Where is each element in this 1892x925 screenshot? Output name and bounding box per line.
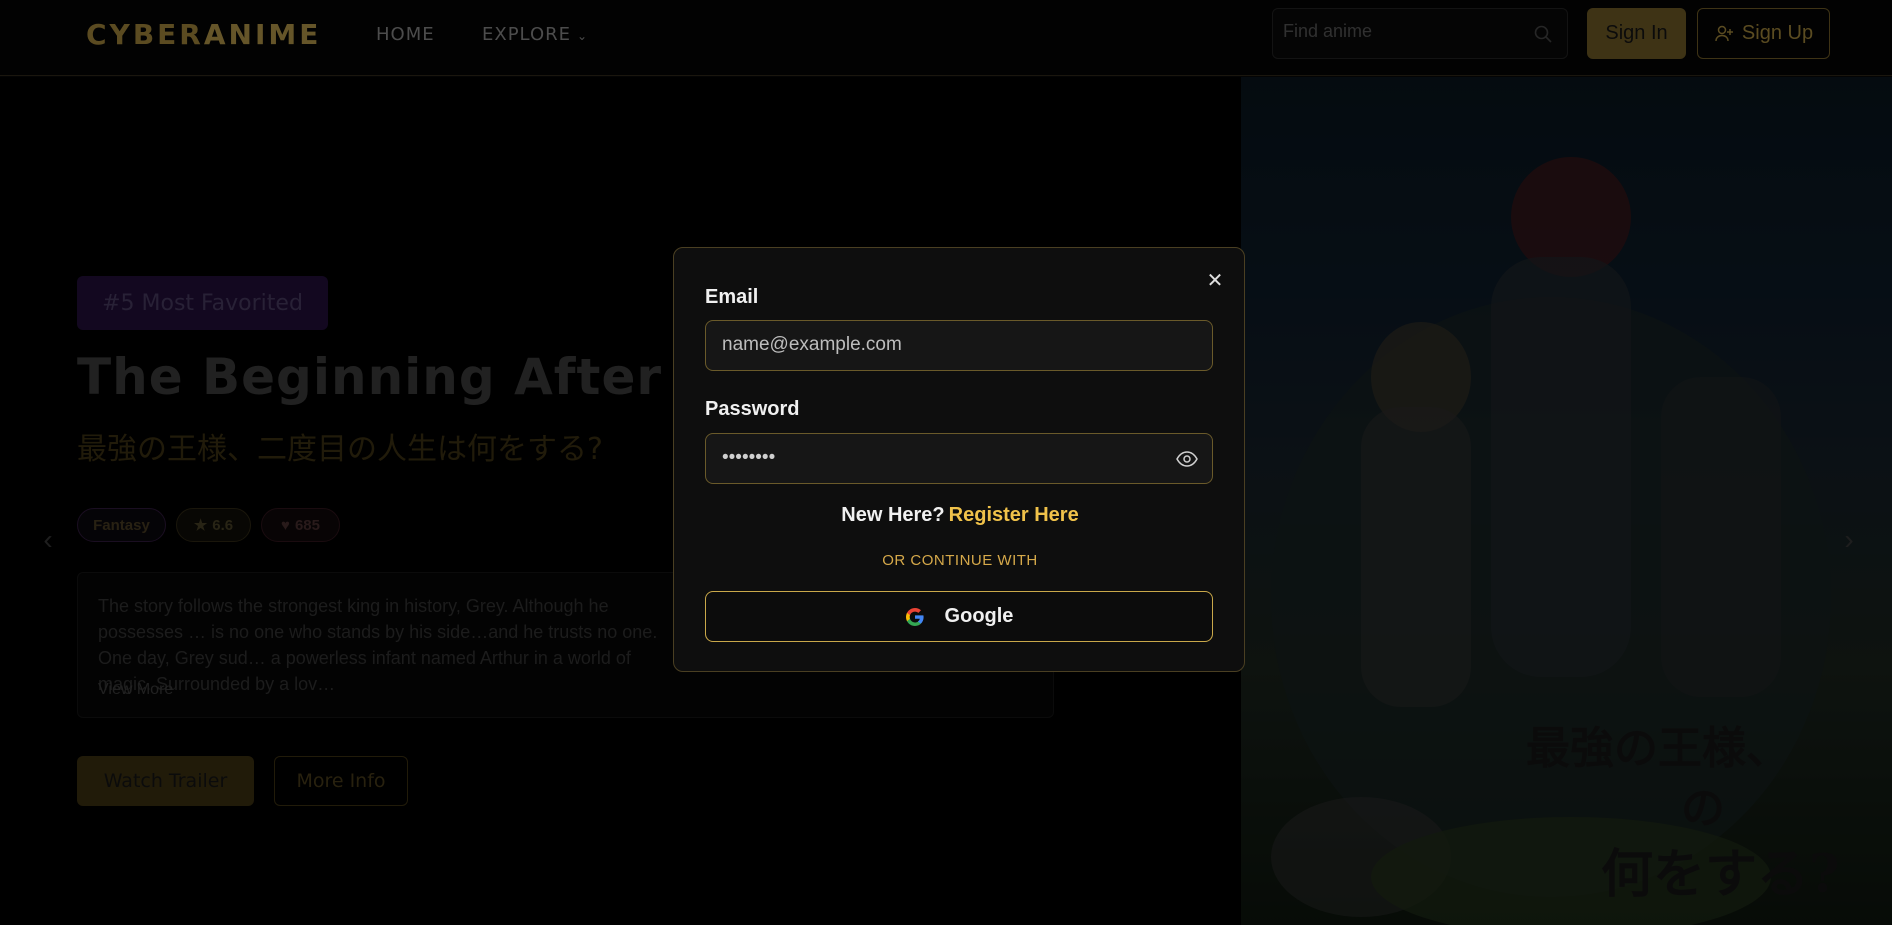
search-icon[interactable] — [1533, 24, 1553, 44]
password-label: Password — [705, 398, 800, 420]
eye-icon[interactable] — [1176, 449, 1198, 469]
top-navbar: CYBERANIME HOME EXPLORE ⌄ Sign In Sign Up — [0, 0, 1892, 76]
rating-chip: ★ 6.6 — [176, 508, 251, 542]
email-field[interactable] — [722, 334, 1162, 356]
continue-with-divider: OR CONTINUE WITH — [882, 552, 1038, 569]
poster-title-text-1: 最強の王様、 — [1526, 723, 1790, 774]
star-icon: ★ — [193, 517, 208, 534]
watch-trailer-button[interactable]: Watch Trailer — [77, 756, 254, 806]
chevron-down-icon: ⌄ — [577, 29, 589, 43]
password-field[interactable] — [722, 447, 1162, 469]
logo[interactable]: CYBERANIME — [86, 18, 321, 51]
email-field-wrapper — [705, 320, 1213, 371]
google-label: Google — [944, 605, 1014, 627]
anime-japanese-title: 最強の王様、二度目の人生は何をする? — [77, 432, 603, 467]
genre-chip[interactable]: Fantasy — [77, 508, 166, 542]
logo-part-1: CYBER — [86, 18, 204, 51]
new-here-text: New Here? — [841, 504, 945, 526]
user-plus-icon — [1715, 25, 1733, 41]
rating-value: 6.6 — [212, 516, 234, 534]
hero-poster-image: 最強の王様、 の 何をする? — [1241, 77, 1892, 925]
poster-title-text-3: 何をする? — [1601, 844, 1840, 905]
rank-badge: #5 Most Favorited — [77, 276, 328, 330]
nav-explore-label: EXPLORE — [482, 24, 571, 45]
poster-artwork — [1271, 157, 1831, 925]
chevron-right-icon[interactable]: › — [1829, 520, 1869, 560]
close-icon[interactable]: ✕ — [1204, 269, 1226, 292]
search-box[interactable] — [1272, 8, 1568, 59]
chevron-left-icon[interactable]: ‹ — [28, 520, 68, 560]
google-login-button[interactable]: Google — [705, 591, 1213, 642]
more-info-button[interactable]: More Info — [274, 756, 408, 806]
register-link[interactable]: Register Here — [949, 504, 1079, 526]
email-label: Email — [705, 286, 759, 308]
heart-icon: ♥ — [281, 516, 290, 534]
view-more-link[interactable]: View More — [98, 681, 173, 699]
logo-part-2: ANIME — [203, 18, 322, 51]
likes-chip: ♥ 685 — [261, 508, 340, 542]
anime-title: The Beginning After the — [77, 348, 777, 406]
likes-value: 685 — [294, 516, 320, 534]
poster-title-text-2: の — [1681, 783, 1725, 834]
sign-in-button[interactable]: Sign In — [1587, 8, 1686, 59]
description-text: The story follows the strongest king in … — [98, 596, 658, 694]
login-modal: ✕ Email Password New Here?Register Here … — [673, 247, 1245, 672]
register-prompt: New Here? Register Here — [674, 504, 1246, 527]
nav-explore-dropdown[interactable]: EXPLORE ⌄ — [482, 24, 588, 45]
sign-up-button[interactable]: Sign Up — [1697, 8, 1830, 59]
password-field-wrapper — [705, 433, 1213, 484]
google-icon — [905, 607, 924, 626]
nav-home-link[interactable]: HOME — [376, 24, 435, 45]
sign-up-label: Sign Up — [1741, 22, 1814, 44]
search-input[interactable] — [1283, 21, 1523, 42]
